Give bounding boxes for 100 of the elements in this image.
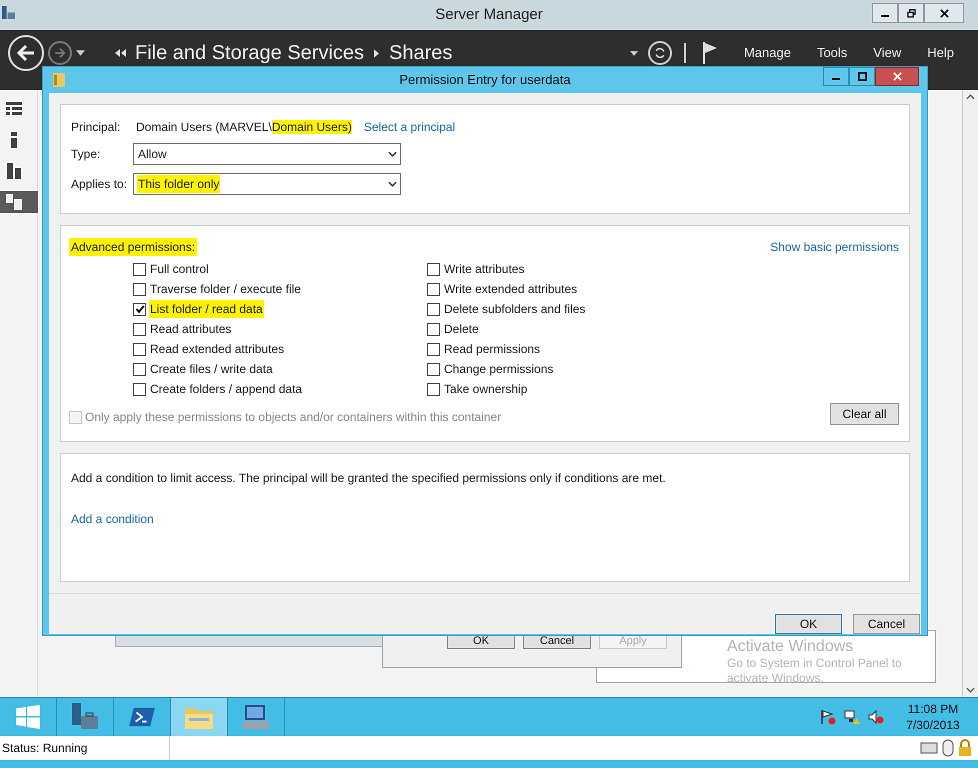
grid-icon [6, 101, 22, 117]
dialog-button[interactable]: Cancel [853, 614, 920, 634]
inherit-option-label: Only apply these permissions to objects and/or containers within this container [85, 409, 502, 426]
lock-icon [958, 739, 972, 757]
dropdown-caret-icon [630, 50, 638, 56]
show-basic-permissions-link[interactable]: Show basic permissions [770, 238, 899, 256]
servers-icon [6, 163, 22, 179]
activation-title: Activate Windows [727, 638, 854, 656]
clock-time: 11:08 PM [908, 701, 958, 717]
permission-label: Create files / write data [149, 361, 274, 378]
back-button[interactable] [8, 35, 44, 71]
breadcrumb-current: Shares [389, 42, 452, 64]
arrow-left-icon [16, 43, 36, 63]
checkbox[interactable] [427, 262, 440, 276]
select-principal-link[interactable]: Select a principal [364, 118, 456, 136]
checkbox[interactable] [133, 282, 146, 296]
keyboard-icon [920, 741, 938, 755]
chevron-down-icon [388, 151, 397, 157]
clock[interactable]: 11:08 PM 7/30/2013 [898, 701, 968, 733]
caret-up-icon [966, 94, 975, 100]
clock-date: 7/30/2013 [906, 717, 960, 733]
permission-label: Read extended attributes [149, 341, 286, 358]
refresh-icon [654, 47, 666, 59]
permission-label: Delete [443, 321, 480, 338]
menu-item[interactable]: Manage [744, 43, 791, 63]
checkbox[interactable] [133, 262, 146, 276]
select-value: Allow [137, 146, 168, 163]
permission-label: Take ownership [443, 381, 528, 398]
arrow-right-icon [54, 47, 66, 59]
field-label: Applies to: [71, 176, 128, 193]
server-manager-app-icon [2, 6, 15, 19]
minimize-icon [881, 15, 889, 17]
storage-icon [6, 194, 22, 210]
permission-label: Write extended attributes [443, 281, 578, 298]
checkbox[interactable] [133, 302, 146, 316]
close-button[interactable] [924, 3, 964, 23]
menu-item[interactable]: Tools [816, 43, 848, 63]
field-label: Principal: [71, 119, 122, 136]
permission-label: Full control [149, 261, 210, 278]
dialog-button[interactable]: OK [775, 614, 842, 634]
checkbox[interactable] [133, 362, 146, 376]
dialog-title: Permission Entry for userdata [399, 71, 571, 90]
folder-icon [53, 73, 65, 87]
restore-button[interactable] [898, 3, 924, 23]
double-caret-left-icon [115, 49, 127, 57]
checkbox[interactable] [427, 362, 440, 376]
condition-description: Add a condition to limit access. The principal will be granted the specified permissions only if conditions are met. [71, 470, 666, 487]
section-heading: Advanced permissions: [69, 238, 198, 256]
windows-logo-icon [16, 705, 40, 729]
field-label: Type: [71, 146, 102, 163]
restore-icon [906, 8, 916, 18]
close-button[interactable] [875, 67, 919, 86]
permission-label: Read attributes [149, 321, 232, 338]
activation-text: activate Windows. [727, 671, 825, 686]
chevron-down-icon [388, 181, 397, 187]
minimize-button[interactable] [872, 3, 898, 23]
network-alert-icon [844, 709, 860, 725]
add-condition-link[interactable]: Add a condition [71, 510, 154, 528]
close-icon [940, 8, 948, 18]
activation-text: Go to System in Control Panel to [727, 656, 902, 671]
menu-item[interactable]: View [873, 43, 902, 63]
flag-alert-icon [820, 709, 836, 725]
speaker-muted-icon [868, 709, 884, 725]
permission-label: Delete subfolders and files [443, 301, 586, 318]
select-value: This folder only [137, 175, 220, 193]
close-icon [892, 72, 902, 81]
principal-name: Domain Users (MARVEL\Domain Users) [136, 119, 352, 136]
mouse-icon [942, 739, 954, 757]
checkbox[interactable] [427, 382, 440, 396]
minimize-icon [832, 78, 840, 80]
powershell-icon [128, 706, 156, 728]
permission-label: Change permissions [443, 361, 554, 378]
permission-label: Traverse folder / execute file [149, 281, 302, 298]
window-title: Server Manager [435, 4, 543, 25]
checkbox[interactable] [427, 302, 440, 316]
checkbox[interactable] [133, 342, 146, 356]
permission-label: List folder / read data [149, 300, 264, 318]
menu-item[interactable]: Help [927, 43, 954, 63]
checkbox[interactable] [133, 382, 146, 396]
checkbox[interactable] [427, 282, 440, 296]
minimize-button[interactable] [823, 67, 849, 86]
permission-label: Write attributes [443, 261, 526, 278]
permission-label: Read permissions [443, 341, 542, 358]
dropdown-caret-icon [76, 50, 85, 56]
maximize-icon [858, 72, 866, 81]
permission-label: Create folders / append data [149, 381, 304, 398]
computer-icon [241, 703, 271, 731]
type-select[interactable]: Allow [133, 143, 401, 165]
checkbox[interactable] [133, 322, 146, 336]
checkbox[interactable] [427, 342, 440, 356]
applies-to-select[interactable]: This folder only [133, 173, 401, 195]
checkbox[interactable] [427, 322, 440, 336]
breadcrumb-link[interactable]: File and Storage Services [135, 42, 364, 64]
clear-all-button[interactable]: Clear all [830, 403, 899, 425]
caret-right-icon [374, 48, 380, 58]
sidebar-item[interactable] [0, 191, 38, 213]
flag-icon [702, 42, 718, 64]
server-toolbox-icon [70, 702, 100, 732]
maximize-button[interactable] [849, 67, 875, 86]
caret-down-icon [966, 687, 975, 693]
